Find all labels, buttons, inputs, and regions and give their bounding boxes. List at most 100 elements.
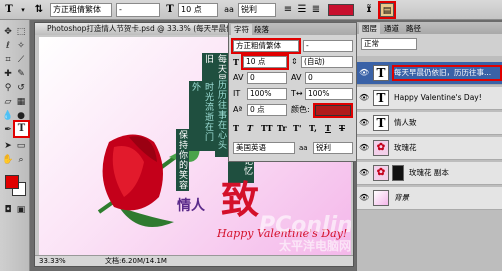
tab-paths[interactable]: 路径 (403, 23, 424, 34)
eye-icon[interactable]: 👁 (359, 167, 369, 179)
foreground-color-swatch[interactable] (5, 175, 19, 189)
blend-mode-select[interactable]: 正常 (361, 38, 417, 50)
shape-tool-icon[interactable]: ▭ (15, 140, 27, 152)
baseline-icon: Aª (233, 105, 243, 114)
tracking-icon: AV (291, 73, 302, 82)
zoom-tool-icon[interactable]: ⌕ (15, 154, 27, 166)
layer-mask-thumbnail[interactable] (392, 165, 404, 181)
char-color-label: 颜色: (291, 105, 310, 114)
tab-channels[interactable]: 通道 (381, 23, 402, 34)
eye-icon[interactable]: 👁 (359, 92, 369, 104)
char-size-field[interactable]: 10 点 (241, 54, 289, 70)
layer-name: 每天早晨仍依旧，历历往事... (392, 65, 502, 81)
layer-row[interactable]: 👁 ✿ 玫瑰花 副本 (357, 162, 502, 185)
layer-row[interactable]: 👁 ✿ 玫瑰花 (357, 137, 502, 160)
character-panel: 字符 段落 方正粗倩繁体 - T 10 点 ⇕ (自动) AV 0 AV 0 I… (228, 22, 358, 162)
char-tracking-field[interactable]: 0 (305, 72, 353, 84)
align-right-icon[interactable]: ≣ (310, 3, 322, 17)
healing-brush-icon[interactable]: ✚ (2, 68, 14, 80)
char-style-buttons: T T TT Tr T' T, T T (233, 122, 353, 134)
eye-icon[interactable]: 👁 (359, 117, 369, 129)
char-color-swatch[interactable] (313, 103, 353, 118)
heading-big-text: 致 (221, 177, 260, 222)
text-orientation-icon[interactable]: ⇅ (32, 3, 46, 17)
options-bar: T ▾ ⇅ 方正粗倩繁体 - T 10 点 aa 锐利 ≡ ☰ ≣ ɪ̃ ▤ (0, 0, 502, 20)
path-selection-icon[interactable]: ➤ (2, 140, 14, 152)
antialias-icon: aa (224, 5, 234, 14)
font-size-icon: T (166, 4, 174, 15)
eraser-tool-icon[interactable]: ▱ (2, 96, 14, 108)
subscript-button[interactable]: T, (309, 122, 317, 134)
rose-copy-layer-thumbnail-icon: ✿ (373, 165, 389, 181)
eye-icon[interactable]: 👁 (359, 142, 369, 154)
font-style-select[interactable]: - (116, 3, 160, 17)
small-caps-button[interactable]: Tr (277, 122, 287, 134)
text-layer-thumbnail-icon: T (373, 65, 389, 81)
history-brush-icon[interactable]: ↺ (15, 82, 27, 94)
lasso-tool-icon[interactable]: ℓ (2, 40, 14, 52)
char-hscale-field[interactable]: 100% (305, 88, 353, 100)
layer-name: 情人致 (394, 118, 417, 127)
tab-paragraph[interactable]: 段落 (251, 24, 272, 35)
vertical-scale-icon: IT (233, 89, 241, 98)
layers-panel-tabs: 图层 通道 路径 (357, 22, 502, 34)
pen-tool-icon[interactable]: ✒ (2, 124, 14, 136)
marquee-tool-icon[interactable]: ⬚ (15, 26, 27, 38)
blur-tool-icon[interactable]: 💧 (2, 110, 14, 122)
antialias-select[interactable]: 锐利 (238, 3, 276, 17)
underline-button[interactable]: T (325, 122, 331, 134)
layer-row[interactable]: 👁 T 情人致 (357, 112, 502, 135)
eye-icon[interactable]: 👁 (359, 192, 369, 204)
quick-mask-icon[interactable]: ◘ (2, 204, 14, 216)
char-leading-field[interactable]: (自动) (301, 56, 353, 68)
magic-wand-tool-icon[interactable]: ✧ (15, 40, 27, 52)
all-caps-button[interactable]: TT (261, 122, 273, 134)
layers-panel: 图层 通道 路径 正常 👁 T 每天早晨仍依旧，历历往事... 👁 T Happ… (356, 22, 502, 271)
zoom-level[interactable]: 33.33% (39, 256, 66, 266)
superscript-button[interactable]: T' (293, 122, 301, 134)
font-size-select[interactable]: 10 点 (178, 3, 218, 17)
align-left-icon[interactable]: ≡ (282, 3, 294, 17)
tab-layers[interactable]: 图层 (359, 23, 380, 34)
layer-row[interactable]: 👁 背景 (357, 187, 502, 210)
document-size: 文档:6.20M/14.1M (105, 257, 167, 265)
gradient-tool-icon[interactable]: ▦ (15, 96, 27, 108)
layer-row[interactable]: 👁 T Happy Valentine's Day! (357, 87, 502, 110)
type-tool-button-icon[interactable]: T (13, 120, 30, 138)
char-font-family-select[interactable]: 方正粗倩繁体 (231, 38, 301, 54)
brush-tool-icon[interactable]: ✎ (15, 68, 27, 80)
faux-italic-button[interactable]: T (247, 122, 253, 134)
slice-tool-icon[interactable]: ⟋ (15, 54, 27, 66)
layer-list: 👁 T 每天早晨仍依旧，历历往事... 👁 T Happy Valentine'… (357, 56, 502, 271)
text-layer-thumbnail-icon: T (373, 90, 389, 106)
clone-stamp-icon[interactable]: ⚲ (2, 82, 14, 94)
char-antialias-icon: aa (299, 144, 308, 152)
font-family-select[interactable]: 方正粗倩繁体 (50, 3, 112, 17)
character-panel-tabs: 字符 段落 (229, 23, 357, 35)
text-layer-thumbnail-icon: T (373, 115, 389, 131)
strikethrough-button[interactable]: T (339, 122, 345, 134)
layer-name: 玫瑰花 (394, 143, 417, 152)
faux-bold-button[interactable]: T (233, 122, 239, 134)
tab-character[interactable]: 字符 (231, 24, 252, 35)
move-tool-icon[interactable]: ✥ (2, 26, 14, 38)
character-panel-toggle-icon[interactable]: ▤ (378, 1, 396, 19)
char-antialias-select[interactable]: 锐利 (313, 142, 353, 154)
char-vscale-field[interactable]: 100% (247, 88, 287, 100)
dodge-tool-icon[interactable]: ● (15, 110, 27, 122)
screen-mode-icon[interactable]: ▣ (15, 204, 27, 216)
hand-tool-icon[interactable]: ✋ (2, 154, 14, 166)
eye-icon[interactable]: 👁 (359, 67, 369, 79)
layer-name: Happy Valentine's Day! (394, 93, 482, 102)
align-center-icon[interactable]: ☰ (296, 3, 308, 17)
warp-text-icon[interactable]: ɪ̃ (362, 3, 376, 17)
char-language-select[interactable]: 美国英语 (233, 142, 295, 154)
layer-row[interactable]: 👁 T 每天早晨仍依旧，历历往事... (357, 62, 502, 85)
text-color-swatch[interactable] (328, 4, 354, 16)
char-kerning-field[interactable]: 0 (247, 72, 287, 84)
char-baseline-field[interactable]: 0 点 (247, 104, 287, 116)
crop-tool-icon[interactable]: ⌗ (2, 54, 14, 66)
type-tool-icon[interactable]: T (2, 3, 16, 17)
tool-preset-dropdown-icon[interactable]: ▾ (18, 3, 28, 17)
char-font-style-select[interactable]: - (303, 40, 353, 52)
